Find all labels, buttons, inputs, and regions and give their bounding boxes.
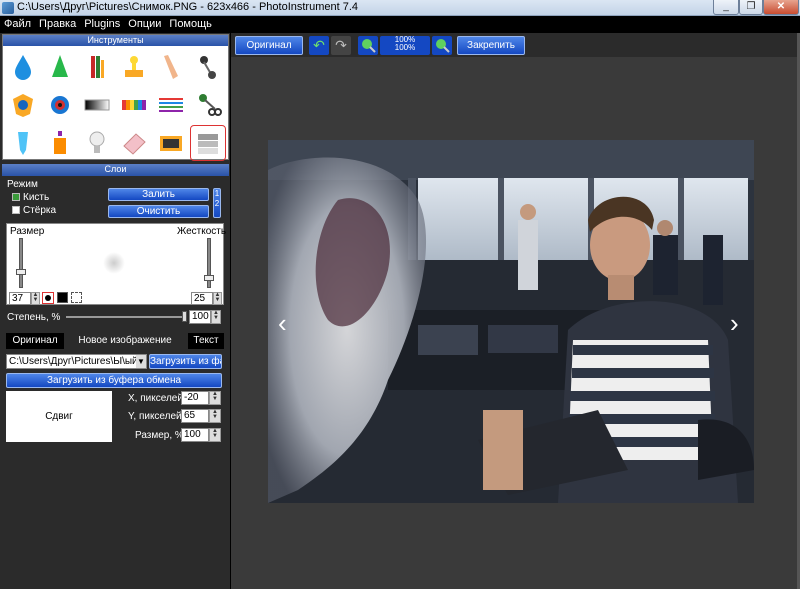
x-input[interactable]: -20 — [181, 391, 209, 405]
photo[interactable]: ‹ › — [268, 140, 754, 503]
scale-label: Размер, %: — [135, 430, 187, 441]
eraser-icon[interactable] — [116, 125, 152, 161]
menu-file[interactable]: Файл — [0, 16, 35, 30]
zoom-in-icon[interactable] — [432, 36, 452, 55]
y-spin-button[interactable]: ▲ ▼ — [209, 409, 221, 423]
size-slider[interactable] — [16, 238, 26, 288]
path-select-value: C:\Users\Друг\Pictures\Ы\ый1 — [9, 356, 144, 367]
redo-icon[interactable]: ↷ — [331, 36, 351, 55]
stamp-icon[interactable] — [116, 49, 152, 85]
text-layers-icon[interactable] — [190, 125, 226, 161]
minimize-button[interactable]: _ — [713, 0, 739, 15]
original-button[interactable]: Оригинал — [235, 36, 303, 55]
zoom-level[interactable]: 100% 100% — [380, 36, 430, 55]
layer-indicator[interactable]: 12 — [213, 188, 221, 218]
drop-icon[interactable] — [5, 49, 41, 85]
eraser-checkbox[interactable] — [12, 206, 20, 214]
degree-spin-button[interactable]: ▲ ▼ — [211, 310, 221, 324]
degree-slider[interactable] — [66, 316, 186, 318]
y-input[interactable]: 65 — [181, 409, 209, 423]
bulb-icon[interactable] — [79, 125, 115, 161]
brush-shape-square[interactable] — [57, 292, 68, 303]
toolbar: Оригинал ↶ ↷ 100% 100% Закрепить — [231, 33, 800, 57]
window-title: C:\Users\Друг\Pictures\Снимок.PNG - 623x… — [17, 1, 359, 13]
undo-icon[interactable]: ↶ — [309, 36, 329, 55]
menu-options[interactable]: Опции — [124, 16, 165, 30]
layer-indicator-top: 1 — [214, 189, 220, 198]
finger-icon[interactable] — [153, 49, 189, 85]
menu-bar: Файл Правка Plugins Опции Помощь — [0, 16, 800, 33]
x-label: X, пикселей: — [128, 393, 186, 404]
brush-shape-round[interactable] — [42, 292, 54, 304]
gradient-icon[interactable] — [79, 87, 115, 123]
next-arrow[interactable]: › — [730, 308, 739, 339]
maximize-button[interactable]: ❐ — [739, 0, 763, 15]
degree-label: Степень, % — [7, 312, 61, 323]
layers-panel-title: Слои — [2, 164, 229, 176]
brush-preview — [103, 252, 125, 274]
eraser-radio[interactable]: Стёрка — [12, 205, 56, 216]
fill-button[interactable]: Залить — [108, 188, 209, 201]
x-spin-button[interactable]: ▲ ▼ — [209, 391, 221, 405]
hardness-label: Жесткость — [177, 226, 227, 237]
tools-panel-title: Инструменты — [3, 35, 228, 46]
source-tabs: Оригинал Новое изображение Текст — [6, 333, 224, 349]
zoom-out-icon[interactable] — [358, 36, 378, 55]
clear-button[interactable]: Очистить — [108, 205, 209, 218]
degree-input[interactable]: 100 — [189, 310, 211, 324]
shift-label: Сдвиг — [45, 411, 73, 422]
layer-indicator-bottom: 2 — [214, 199, 220, 208]
lines-icon[interactable] — [153, 87, 189, 123]
load-file-button[interactable]: Загрузить из файла — [149, 354, 222, 369]
zoom-bottom-value: 100% — [394, 43, 416, 52]
eraser-label: Стёрка — [23, 205, 57, 216]
chevron-down-icon[interactable]: ▼ — [136, 355, 146, 368]
menu-help[interactable]: Помощь — [165, 16, 216, 30]
load-clipboard-button[interactable]: Загрузить из буфера обмена — [6, 373, 222, 388]
tv-icon[interactable] — [153, 125, 189, 161]
size-slider-thumb[interactable] — [16, 269, 26, 275]
shift-box[interactable]: Сдвиг — [6, 391, 112, 442]
size-label: Размер — [10, 226, 45, 237]
pin-button[interactable]: Закрепить — [457, 36, 525, 55]
eye-icon[interactable] — [42, 87, 78, 123]
scissors-icon[interactable] — [190, 87, 226, 123]
cone-icon[interactable] — [42, 49, 78, 85]
tube-icon[interactable] — [5, 125, 41, 161]
brush-label: Кисть — [23, 192, 50, 203]
rainbow-icon[interactable] — [116, 87, 152, 123]
hardness-spin-button[interactable]: ▲ ▼ — [213, 292, 222, 305]
path-select[interactable]: C:\Users\Друг\Pictures\Ы\ый1 — [6, 354, 147, 369]
brush-shape-dotted[interactable] — [71, 292, 82, 303]
hardness-input[interactable]: 25 — [191, 292, 213, 305]
scale-input[interactable]: 100 — [181, 428, 209, 442]
brush-radio[interactable]: Кисть — [12, 192, 49, 203]
app-icon — [2, 2, 14, 14]
scale-spin-button[interactable]: ▲ ▼ — [209, 428, 221, 442]
badge-icon[interactable] — [5, 87, 41, 123]
photo-image — [268, 140, 754, 503]
menu-plugins[interactable]: Plugins — [80, 16, 124, 30]
tab-new-image[interactable]: Новое изображение — [64, 333, 186, 349]
brush-settings-box: Размер Жесткость 37 ▲ ▼ 25 ▲ ▼ — [6, 223, 227, 305]
title-bar: C:\Users\Друг\Pictures\Снимок.PNG - 623x… — [0, 0, 800, 16]
size-spin-button[interactable]: ▲ ▼ — [31, 292, 40, 305]
close-button[interactable]: ✕ — [763, 0, 799, 15]
tab-text[interactable]: Текст — [188, 333, 224, 349]
hardness-slider[interactable] — [204, 238, 214, 288]
hardness-slider-thumb[interactable] — [204, 275, 214, 281]
mode-label: Режим — [7, 179, 38, 190]
menu-edit[interactable]: Правка — [35, 16, 80, 30]
size-input[interactable]: 37 — [9, 292, 31, 305]
pin-icon[interactable] — [190, 49, 226, 85]
prev-arrow[interactable]: ‹ — [278, 308, 287, 339]
degree-slider-thumb[interactable] — [182, 311, 187, 322]
tools-panel: Инструменты — [2, 34, 229, 161]
tab-original[interactable]: Оригинал — [6, 333, 64, 349]
bottle-icon[interactable] — [42, 125, 78, 161]
y-label: Y, пикселей: — [128, 411, 185, 422]
brush-checkbox[interactable] — [12, 193, 20, 201]
pencils-icon[interactable] — [79, 49, 115, 85]
